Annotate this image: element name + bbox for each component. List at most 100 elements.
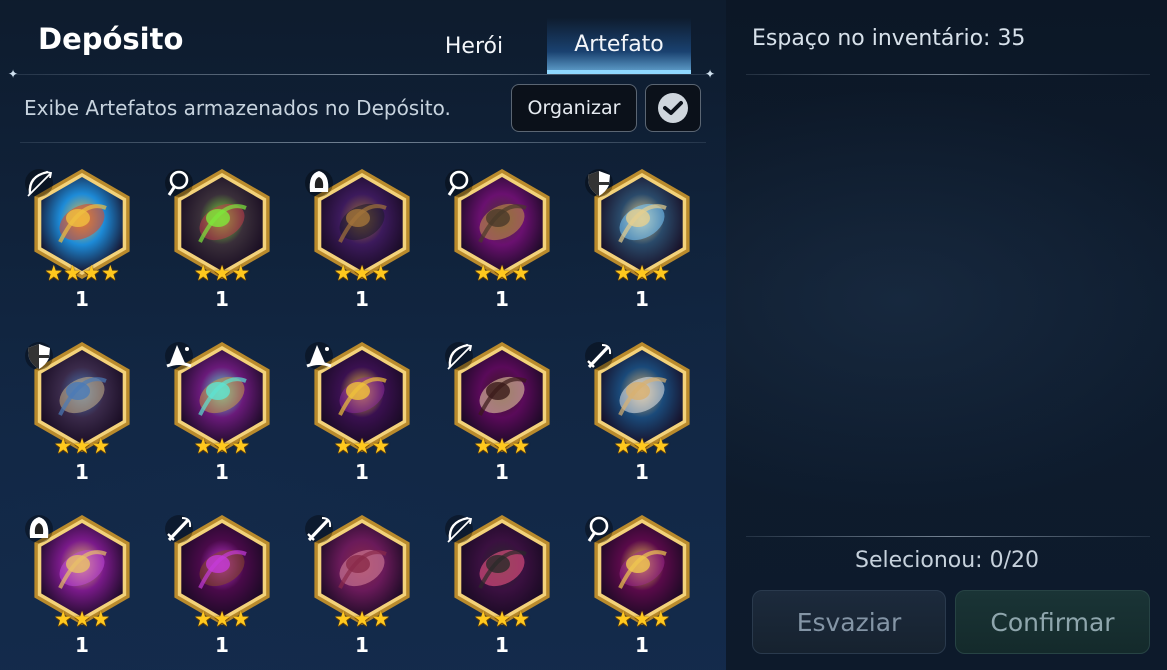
star-icon: ★: [100, 261, 120, 285]
toolbar-divider: [20, 142, 706, 143]
artifact-item[interactable]: ★ ★ ★ 1: [304, 514, 418, 664]
header-divider: [14, 74, 714, 75]
wizard-icon: [304, 341, 334, 371]
artifact-item[interactable]: ★ ★ ★ 1: [584, 514, 698, 664]
artifact-count: 1: [495, 287, 509, 311]
staff-icon: [444, 168, 474, 198]
shield-icon: [584, 168, 614, 198]
thief-icon: [304, 514, 334, 544]
artifact-item[interactable]: ★ ★ ★ 1: [25, 341, 138, 491]
star-rating: ★ ★ ★: [40, 435, 124, 457]
star-icon: ★: [492, 434, 512, 458]
tab-artifact[interactable]: Artefato: [547, 18, 691, 74]
artifact-item[interactable]: ★ ★ ★ 1: [164, 341, 278, 491]
tab-hero[interactable]: Herói: [415, 18, 533, 74]
star-icon: ★: [352, 434, 372, 458]
page-title: Depósito: [38, 22, 184, 56]
star-icon: ★: [231, 607, 251, 631]
staff-icon: [164, 168, 194, 198]
star-icon: ★: [53, 607, 73, 631]
star-icon: ★: [473, 607, 493, 631]
star-icon: ★: [651, 261, 671, 285]
star-icon: ★: [193, 607, 213, 631]
star-icon: ★: [231, 261, 251, 285]
artifact-count: 1: [635, 287, 649, 311]
star-icon: ★: [193, 434, 213, 458]
star-rating: ★ ★ ★: [180, 262, 264, 284]
star-icon: ★: [193, 261, 213, 285]
hood-icon: [24, 514, 54, 544]
star-rating: ★ ★ ★: [600, 608, 684, 630]
confirm-button[interactable]: Confirmar: [955, 590, 1150, 654]
star-icon: ★: [511, 607, 531, 631]
bow-icon: [444, 514, 474, 544]
star-rating: ★ ★ ★: [600, 435, 684, 457]
thief-icon: [164, 514, 194, 544]
star-icon: ★: [492, 261, 512, 285]
thief-icon: [584, 341, 614, 371]
star-icon: ★: [212, 607, 232, 631]
select-all-button[interactable]: [645, 84, 701, 132]
artifact-item[interactable]: ★ ★ ★ 1: [444, 168, 558, 318]
right-bottom-divider: [746, 536, 1150, 537]
artifact-item[interactable]: ★ ★ ★ 1: [164, 514, 278, 664]
star-icon: ★: [212, 261, 232, 285]
artifact-count: 1: [215, 633, 229, 657]
star-icon: ★: [632, 261, 652, 285]
star-rating: ★ ★ ★: [320, 608, 404, 630]
star-icon: ★: [72, 607, 92, 631]
star-icon: ★: [333, 434, 353, 458]
artifact-item[interactable]: ★ ★ ★ 1: [24, 514, 138, 664]
star-icon: ★: [613, 434, 633, 458]
wizard-icon: [164, 341, 194, 371]
artifact-count: 1: [75, 287, 89, 311]
artifact-count: 1: [635, 633, 649, 657]
star-icon: ★: [473, 434, 493, 458]
selected-count: Selecionou: 0/20: [855, 548, 1039, 573]
star-icon: ★: [371, 261, 391, 285]
artifact-count: 1: [355, 460, 369, 484]
star-rating: ★ ★ ★: [600, 262, 684, 284]
artifact-item[interactable]: ★ ★ ★ 1: [444, 341, 558, 491]
star-icon: ★: [53, 434, 73, 458]
star-icon: ★: [473, 261, 493, 285]
artifact-count: 1: [355, 633, 369, 657]
bow-icon: [24, 168, 54, 198]
artifact-item[interactable]: ★ ★ ★ 1: [584, 341, 698, 491]
artifact-item[interactable]: ★ ★ ★ 1: [164, 168, 278, 318]
star-icon: ★: [333, 261, 353, 285]
star-icon: ★: [44, 261, 64, 285]
star-icon: ★: [613, 261, 633, 285]
star-rating: ★ ★ ★: [460, 608, 544, 630]
artifact-item[interactable]: ★ ★ ★ 1: [584, 168, 698, 318]
artifact-count: 1: [75, 633, 89, 657]
artifact-count: 1: [215, 460, 229, 484]
artifact-item[interactable]: ★ ★ ★ 1: [304, 168, 418, 318]
star-icon: ★: [511, 434, 531, 458]
star-icon: ★: [352, 607, 372, 631]
artifact-count: 1: [215, 287, 229, 311]
artifact-count: 1: [355, 287, 369, 311]
star-icon: ★: [212, 434, 232, 458]
star-icon: ★: [231, 434, 251, 458]
star-icon: ★: [511, 261, 531, 285]
artifact-item[interactable]: ★ ★ ★ 1: [444, 514, 558, 664]
artifact-item[interactable]: ★ ★ ★ ★ 1: [24, 168, 138, 318]
bow-icon: [444, 341, 474, 371]
storage-panel: Depósito Herói Artefato ✦ ✦ Exibe Artefa…: [0, 0, 726, 670]
sparkle-icon: ✦: [8, 67, 19, 81]
star-rating: ★ ★ ★: [320, 262, 404, 284]
star-icon: ★: [371, 434, 391, 458]
artifact-count: 1: [635, 460, 649, 484]
star-rating: ★ ★ ★ ★: [40, 262, 124, 284]
star-icon: ★: [63, 261, 82, 285]
star-icon: ★: [82, 261, 101, 285]
staff-icon: [584, 514, 614, 544]
artifact-item[interactable]: ★ ★ ★ 1: [304, 341, 418, 491]
hood-icon: [304, 168, 334, 198]
organize-button[interactable]: Organizar: [511, 84, 637, 132]
check-circle-icon: [658, 93, 688, 123]
empty-button[interactable]: Esvaziar: [752, 590, 946, 654]
star-icon: ★: [632, 607, 652, 631]
star-icon: ★: [651, 607, 671, 631]
